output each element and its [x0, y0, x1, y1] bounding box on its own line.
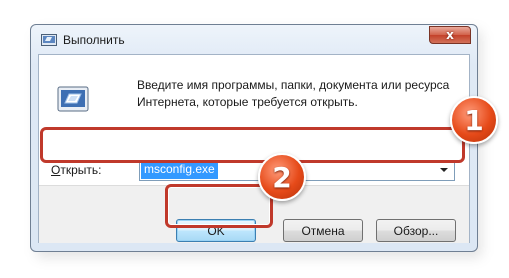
run-app-icon — [41, 34, 57, 46]
browse-label-rest: зор... — [409, 223, 439, 238]
title-bar[interactable]: Выполнить x — [31, 25, 477, 55]
step-badge-1: 1 — [450, 96, 498, 144]
cancel-button[interactable]: Отмена — [283, 219, 363, 242]
highlight-input-row — [40, 127, 465, 163]
window-title: Выполнить — [63, 33, 125, 47]
run-large-icon — [57, 86, 89, 112]
dialog-description: Введите имя программы, папки, документа … — [137, 78, 450, 109]
browse-button-label: Обзор... — [394, 224, 439, 238]
chevron-down-icon[interactable] — [440, 168, 448, 172]
browse-label-pre: Об — [393, 223, 410, 238]
browse-button[interactable]: Обзор... — [376, 219, 456, 242]
highlight-ok-button — [165, 184, 273, 228]
close-button[interactable]: x — [429, 26, 471, 44]
open-input-value[interactable]: msconfig.exe — [141, 161, 218, 179]
open-label-rest: ткрыть: — [60, 163, 102, 177]
step-badge-2: 2 — [258, 153, 306, 201]
cancel-button-label: Отмена — [301, 223, 345, 238]
open-label-accel: О — [51, 163, 61, 177]
open-label: Открыть: — [51, 163, 101, 177]
close-icon: x — [446, 28, 454, 42]
screenshot-stage: Выполнить x Введите имя программы, папки… — [0, 0, 509, 278]
